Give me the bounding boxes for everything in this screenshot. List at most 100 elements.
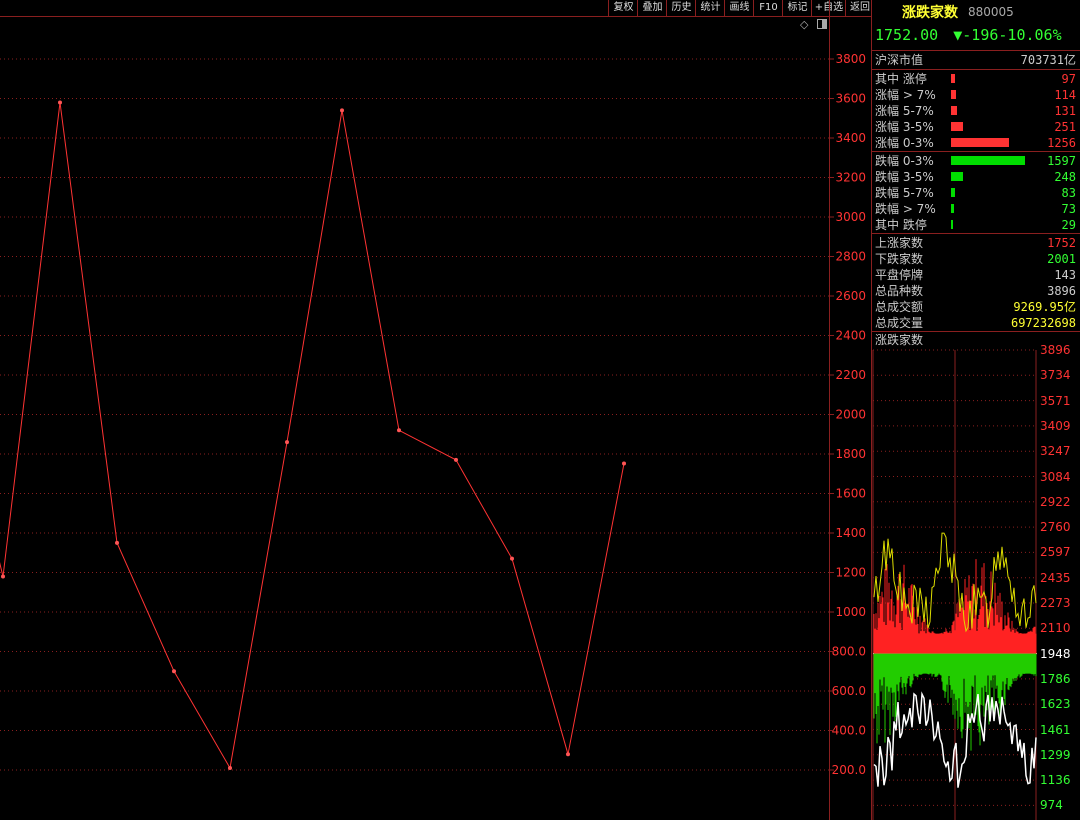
- stat-row-label: 平盘停牌: [875, 268, 924, 282]
- y-tick-label: 3600: [835, 92, 866, 106]
- up-row-value: 1256: [1047, 136, 1076, 150]
- stat-row-value: 143: [1054, 268, 1076, 282]
- down-row-value: 1597: [1047, 154, 1076, 168]
- down-row-label: 跌幅 3-5%: [875, 170, 934, 184]
- down-row-bar: [951, 156, 1025, 165]
- mini-tick-label: 2760: [1040, 520, 1071, 535]
- up-row-label: 涨幅 > 7%: [875, 88, 936, 102]
- mini-tick-label: 1786: [1040, 671, 1071, 686]
- up-row-value: 131: [1054, 104, 1076, 118]
- y-tick-label: 3400: [835, 131, 866, 145]
- up-row-value: 114: [1054, 88, 1076, 102]
- y-tick-label: 3000: [835, 210, 866, 224]
- series-line: [0, 102, 625, 770]
- stat-row-label: 总成交额: [875, 300, 924, 314]
- mini-tick-label: 2110: [1040, 621, 1071, 636]
- data-point[interactable]: [454, 457, 458, 462]
- up-row-label: 涨幅 5-7%: [875, 104, 934, 118]
- up-row-value: 251: [1054, 120, 1076, 134]
- down-arrow-icon: ▼: [953, 26, 963, 44]
- y-tick-label: 3800: [835, 52, 866, 66]
- change-pct-value: -10.06%: [998, 26, 1062, 44]
- down-row-label: 跌幅 5-7%: [875, 186, 934, 200]
- panel-divider: [871, 151, 1080, 152]
- mini-tick-label: 3084: [1040, 469, 1071, 484]
- panel-divider: [871, 69, 1080, 70]
- data-point[interactable]: [622, 461, 626, 466]
- price-value: 1752.00: [875, 26, 939, 44]
- stat-row-value: 1752: [1047, 236, 1076, 250]
- price-line: 1752.00 ▼-196-10.06%: [875, 26, 1062, 44]
- data-point[interactable]: [285, 440, 289, 445]
- y-tick-label: 2800: [835, 250, 866, 264]
- panel-divider: [871, 50, 1080, 51]
- mini-yellow-line: [873, 532, 1037, 633]
- stat-row-value: 3896: [1047, 284, 1076, 298]
- panel-left-border: [871, 0, 872, 820]
- mini-tick-label: 2922: [1040, 494, 1071, 509]
- down-row-value: 73: [1061, 202, 1076, 216]
- y-tick-label: 2600: [835, 289, 866, 303]
- down-row-bar: [951, 220, 953, 229]
- window-toggle-icon[interactable]: [817, 19, 827, 29]
- mini-chart-title: 涨跌家数: [875, 333, 924, 347]
- down-row-label: 跌幅 > 7%: [875, 202, 936, 216]
- up-row-bar: [951, 74, 955, 83]
- mini-tick-label: 3409: [1040, 418, 1071, 433]
- market-cap-value: 703731亿: [1020, 53, 1076, 67]
- data-point[interactable]: [115, 540, 119, 545]
- up-row-bar: [951, 138, 1009, 147]
- panel-code: 880005: [968, 5, 1014, 19]
- stat-row-value: 697232698: [1010, 316, 1076, 330]
- down-row-value: 248: [1054, 170, 1076, 184]
- mini-tick-label: 1136: [1040, 773, 1071, 788]
- mini-tick-label: 2273: [1040, 596, 1071, 610]
- stat-row-label: 总成交量: [875, 316, 924, 330]
- stat-row-value: 2001: [1047, 252, 1076, 266]
- y-tick-label: 1000: [835, 605, 866, 619]
- mini-tick-label: 3734: [1040, 368, 1071, 383]
- main-chart: 3800 3600 3400 3200 3000 2800 2600 2400 2200 2000…: [0, 52, 866, 777]
- down-row-value: 29: [1061, 218, 1076, 232]
- y-tick-label: 1400: [835, 526, 866, 540]
- stat-row-label: 下跌家数: [875, 252, 924, 266]
- data-point[interactable]: [1, 574, 5, 579]
- diamond-icon[interactable]: ◇: [800, 18, 808, 31]
- y-tick-label: 1200: [835, 566, 866, 580]
- up-row-bar: [951, 106, 957, 115]
- down-row-bar: [951, 172, 963, 181]
- mini-tick-label: 974: [1040, 798, 1063, 813]
- up-row-label: 其中 涨停: [875, 72, 927, 86]
- mini-tick-label: 2435: [1040, 570, 1071, 585]
- mini-tick-label: 1299: [1040, 747, 1071, 762]
- mini-tick-label: 3247: [1040, 444, 1071, 459]
- y-tick-label: 400.0: [832, 724, 866, 738]
- stat-row-label: 上涨家数: [875, 236, 924, 250]
- y-tick-label: 600.0: [832, 684, 866, 698]
- data-point[interactable]: [172, 669, 176, 674]
- y-tick-label: 2000: [835, 408, 866, 422]
- stat-row-value: 9269.95亿: [1013, 300, 1076, 314]
- data-point[interactable]: [228, 766, 232, 771]
- market-cap-label: 沪深市值: [875, 53, 924, 67]
- y-tick-label: 200.0: [832, 763, 866, 777]
- data-point[interactable]: [566, 752, 570, 757]
- y-tick-label: 2200: [835, 368, 866, 382]
- mini-tick-label: 1623: [1040, 697, 1071, 712]
- down-row-value: 83: [1061, 186, 1076, 200]
- up-row-bar: [951, 122, 963, 131]
- y-tick-label: 3200: [835, 171, 866, 185]
- data-point[interactable]: [397, 428, 401, 433]
- panel-divider: [871, 233, 1080, 234]
- data-point[interactable]: [510, 556, 514, 561]
- mini-tick-label: 3896: [1040, 343, 1071, 357]
- mini-white-line: [873, 691, 1037, 788]
- data-point[interactable]: [58, 100, 62, 105]
- y-tick-label: 1800: [835, 447, 866, 461]
- panel-title: 涨跌家数: [902, 5, 958, 21]
- down-row-label: 跌幅 0-3%: [875, 154, 934, 168]
- up-row-value: 97: [1061, 72, 1076, 86]
- data-point[interactable]: [340, 108, 344, 113]
- toolbar-bottom-border: [0, 16, 872, 17]
- y-tick-label: 800.0: [832, 645, 866, 659]
